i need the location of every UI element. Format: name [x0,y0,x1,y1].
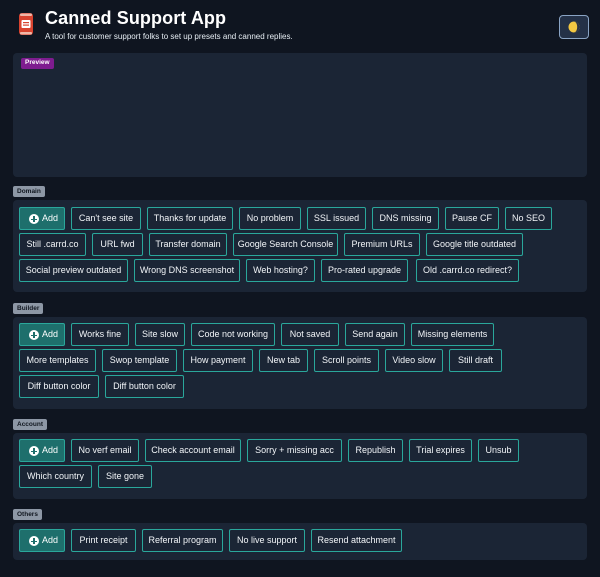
reply-button[interactable]: Pause CF [445,207,499,230]
reply-button[interactable]: Print receipt [71,529,136,552]
reply-button[interactable]: Site gone [98,465,152,488]
reply-button[interactable]: Web hosting? [246,259,315,282]
reply-button[interactable]: Not saved [281,323,339,346]
reply-button[interactable]: Unsub [478,439,519,462]
reply-button[interactable]: Wrong DNS screenshot [134,259,240,282]
section-label-account: Account [13,419,47,430]
reply-button[interactable]: Diff button color [105,375,184,398]
reply-button[interactable]: Resend attachment [311,529,402,552]
domain-add-button[interactable]: Add [19,207,65,230]
section-label-builder: Builder [13,303,44,314]
reply-button[interactable]: Old .carrd.co redirect? [416,259,519,282]
section-label-domain: Domain [13,186,45,197]
reply-button[interactable]: SSL issued [307,207,366,230]
reply-button[interactable]: Trial expires [409,439,472,462]
reply-button[interactable]: No SEO [505,207,552,230]
reply-button[interactable]: Which country [19,465,92,488]
preview-panel: Preview [13,53,587,177]
theme-toggle-button[interactable] [559,15,589,39]
reply-button[interactable]: Diff button color [19,375,99,398]
reply-button[interactable]: URL fwd [92,233,143,256]
half-moon-icon [568,21,580,33]
reply-button[interactable]: Referral program [142,529,223,552]
reply-button[interactable]: Still .carrd.co [19,233,86,256]
reply-button[interactable]: Republish [348,439,403,462]
preview-tag: Preview [21,58,54,69]
reply-button[interactable]: Google Search Console [233,233,338,256]
builder-add-button[interactable]: Add [19,323,65,346]
reply-button[interactable]: No verf email [71,439,139,462]
soda-can-icon [19,13,33,35]
reply-button[interactable]: Sorry + missing acc [247,439,342,462]
others-add-button[interactable]: Add [19,529,65,552]
app-header: Canned Support App A tool for customer s… [0,0,600,50]
app-subtitle: A tool for customer support folks to set… [45,32,293,41]
reply-button[interactable]: Code not working [191,323,275,346]
account-add-button[interactable]: Add [19,439,65,462]
reply-button[interactable]: Video slow [385,349,443,372]
reply-button[interactable]: How payment [183,349,253,372]
reply-button[interactable]: Check account email [145,439,241,462]
reply-button[interactable]: New tab [259,349,308,372]
reply-button[interactable]: Site slow [135,323,185,346]
reply-button[interactable]: Thanks for update [147,207,233,230]
reply-button[interactable]: No problem [239,207,301,230]
reply-button[interactable]: Premium URLs [344,233,420,256]
plus-circle-icon [29,536,39,546]
reply-button[interactable]: Transfer domain [149,233,227,256]
reply-button[interactable]: Pro-rated upgrade [321,259,408,282]
reply-button[interactable]: Swop template [102,349,177,372]
section-label-others: Others [13,509,42,520]
reply-button[interactable]: Social preview outdated [19,259,128,282]
reply-button[interactable]: Still draft [449,349,502,372]
plus-circle-icon [29,330,39,340]
reply-button[interactable]: Google title outdated [426,233,523,256]
reply-button[interactable]: Send again [345,323,405,346]
reply-button[interactable]: Missing elements [411,323,494,346]
reply-button[interactable]: Can't see site [71,207,141,230]
app-title: Canned Support App [45,8,227,28]
reply-button[interactable]: No live support [229,529,305,552]
reply-button[interactable]: Works fine [71,323,129,346]
plus-circle-icon [29,446,39,456]
reply-button[interactable]: More templates [19,349,96,372]
reply-button[interactable]: DNS missing [372,207,439,230]
plus-circle-icon [29,214,39,224]
reply-button[interactable]: Scroll points [314,349,379,372]
